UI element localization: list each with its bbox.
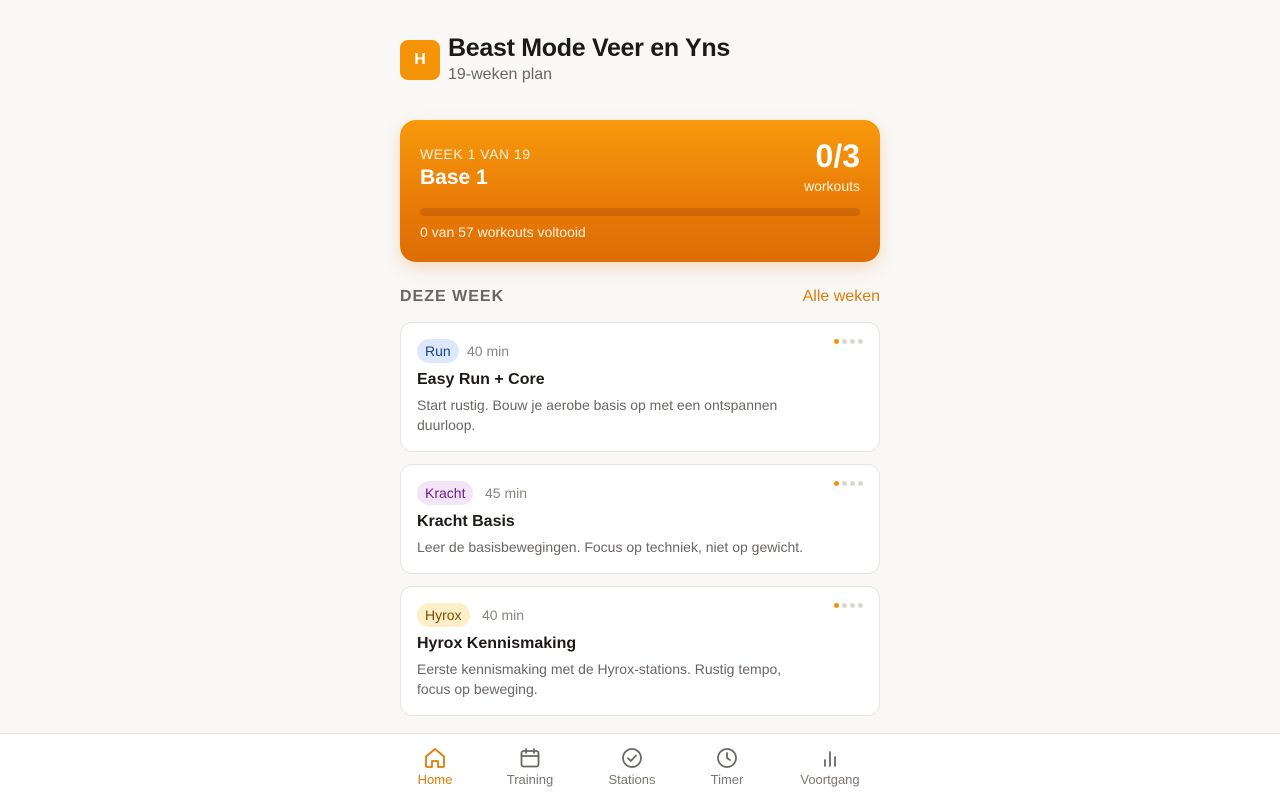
workout-type-badge: Run — [417, 339, 459, 363]
nav-item-stations[interactable]: Stations — [592, 746, 672, 792]
intensity-dot — [842, 481, 847, 486]
intensity-dot — [842, 339, 847, 344]
nav-item-home[interactable]: Home — [395, 746, 475, 792]
workout-duration: 45 min — [485, 485, 528, 501]
workout-title: Hyrox Kennismaking — [417, 635, 577, 652]
phase-name: Base 1 — [420, 166, 488, 189]
nav-label: Home — [417, 772, 453, 787]
nav-label: Timer — [710, 772, 744, 787]
bottom-navigation: Home Training Stations Timer Voortgang — [0, 733, 1280, 800]
intensity-dot — [834, 481, 839, 486]
intensity-dot — [858, 339, 863, 344]
intensity-dot — [858, 481, 863, 486]
workout-description: Start rustig. Bouw je aerobe basis op me… — [417, 397, 778, 433]
check-circle-icon — [622, 748, 642, 768]
workout-card-run[interactable]: Run 40 min Easy Run + Core Start rustig.… — [400, 322, 880, 452]
clock-icon — [717, 748, 737, 768]
intensity-dot — [850, 339, 855, 344]
section-title: DEZE WEEK — [400, 288, 505, 305]
nav-item-timer[interactable]: Timer — [687, 746, 767, 792]
workout-count: 0/3 — [815, 138, 860, 174]
progress-caption: 0 van 57 workouts voltooid — [420, 224, 586, 240]
nav-label: Voortgang — [800, 772, 860, 787]
workout-type-badge: Kracht — [417, 481, 474, 505]
nav-item-training[interactable]: Training — [490, 746, 570, 792]
intensity-dot — [834, 603, 839, 608]
intensity-indicator — [834, 339, 863, 345]
workout-title: Easy Run + Core — [417, 371, 545, 388]
workout-description: Leer de basisbewegingen. Focus op techni… — [417, 539, 804, 555]
nav-label: Training — [506, 772, 554, 787]
workout-title: Kracht Basis — [417, 513, 515, 530]
page-title: Beast Mode Veer en Yns — [448, 34, 730, 62]
week-label: WEEK 1 VAN 19 — [420, 146, 531, 162]
bar-chart-icon — [824, 751, 836, 767]
calendar-icon — [520, 748, 540, 768]
nav-item-voortgang[interactable]: Voortgang — [790, 746, 870, 792]
all-weeks-link[interactable]: Alle weken — [803, 288, 880, 306]
workout-description: Eerste kennismaking met de Hyrox-station… — [417, 661, 782, 697]
page-subtitle: 19-weken plan — [448, 66, 553, 83]
plan-progress-bar — [420, 208, 860, 216]
workout-duration: 40 min — [467, 343, 510, 359]
app: H Beast Mode Veer en Yns 19-weken plan W… — [0, 0, 1280, 800]
plan-header: H Beast Mode Veer en Yns 19-weken plan — [400, 34, 880, 90]
this-week-section-header: DEZE WEEK Alle weken — [400, 288, 880, 308]
workout-card-kracht[interactable]: Kracht 45 min Kracht Basis Leer de basis… — [400, 464, 880, 574]
intensity-dot — [858, 603, 863, 608]
intensity-dot — [834, 339, 839, 344]
intensity-dot — [850, 603, 855, 608]
intensity-dot — [850, 481, 855, 486]
home-icon — [425, 748, 445, 768]
week-progress-card: WEEK 1 VAN 19 Base 1 0/3 workouts 0 van … — [400, 120, 880, 262]
workout-card-hyrox[interactable]: Hyrox 40 min Hyrox Kennismaking Eerste k… — [400, 586, 880, 716]
avatar[interactable]: H — [400, 40, 440, 80]
workout-duration: 40 min — [482, 607, 525, 623]
intensity-dot — [842, 603, 847, 608]
nav-label: Stations — [608, 772, 656, 787]
intensity-indicator — [834, 603, 863, 609]
intensity-indicator — [834, 481, 863, 487]
workout-type-badge: Hyrox — [417, 603, 470, 627]
workout-count-unit: workouts — [803, 178, 860, 194]
